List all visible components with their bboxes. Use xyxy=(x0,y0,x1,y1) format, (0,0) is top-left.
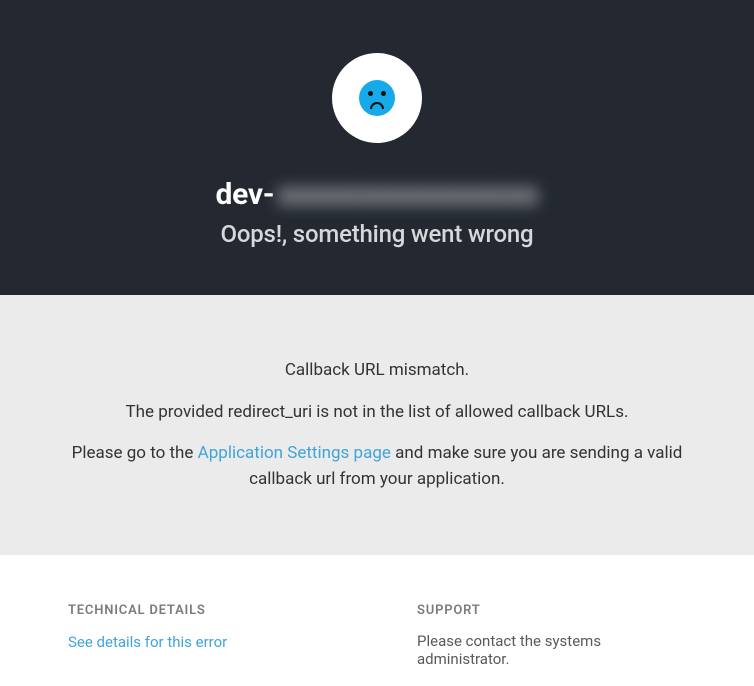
error-description: The provided redirect_uri is not in the … xyxy=(126,400,629,426)
tenant-blurred-id: xxxxxxxxxxxxxxxx xyxy=(278,177,538,212)
icon-container xyxy=(332,53,422,143)
support-heading: SUPPORT xyxy=(417,603,686,618)
instruction-text-before: Please go to the xyxy=(72,443,198,463)
error-header: dev-xxxxxxxxxxxxxxxx Oops!, something we… xyxy=(0,0,754,295)
tenant-name: dev-xxxxxxxxxxxxxxxx xyxy=(216,177,539,212)
technical-details-column: TECHNICAL DETAILS See details for this e… xyxy=(68,603,337,668)
sad-face-icon xyxy=(359,80,395,116)
support-text: Please contact the systems administrator… xyxy=(417,632,686,668)
application-settings-link[interactable]: Application Settings page xyxy=(198,443,391,463)
support-column: SUPPORT Please contact the systems admin… xyxy=(417,603,686,668)
error-subtitle: Oops!, something went wrong xyxy=(221,220,534,248)
footer-section: TECHNICAL DETAILS See details for this e… xyxy=(0,555,754,668)
error-message-section: Callback URL mismatch. The provided redi… xyxy=(0,295,754,555)
error-title: Callback URL mismatch. xyxy=(285,358,469,384)
tenant-prefix: dev- xyxy=(216,177,275,212)
see-details-link[interactable]: See details for this error xyxy=(68,633,227,651)
error-instruction: Please go to the Application Settings pa… xyxy=(60,441,694,492)
technical-details-heading: TECHNICAL DETAILS xyxy=(68,603,337,618)
